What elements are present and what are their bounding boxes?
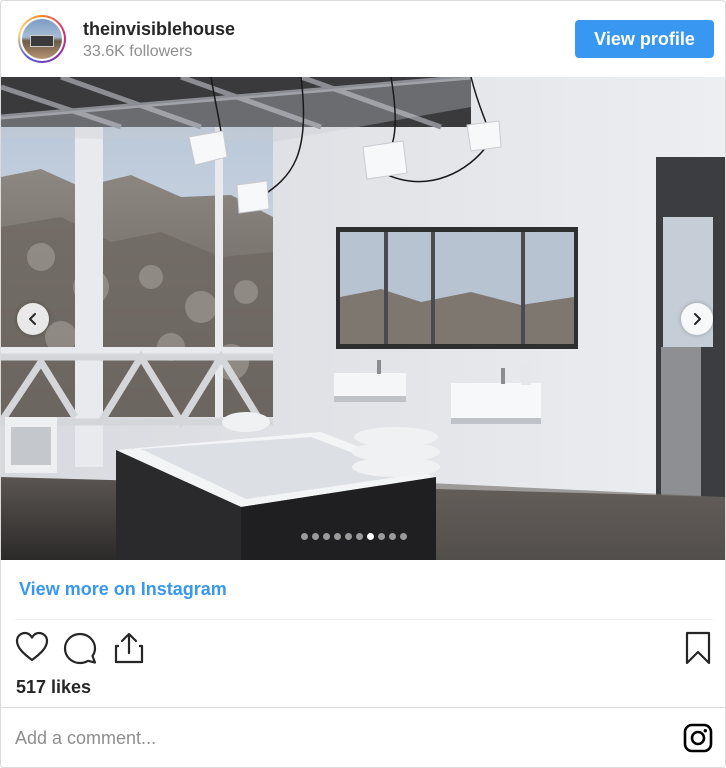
carousel-dot [378, 533, 385, 540]
comment-input[interactable] [15, 724, 655, 752]
follower-count: 33.6K followers [83, 43, 193, 60]
post-header: theinvisiblehouse 33.6K followers View p… [1, 1, 725, 77]
carousel-dot [312, 533, 319, 540]
divider [15, 619, 713, 620]
instagram-icon[interactable] [683, 723, 713, 753]
carousel-dot [301, 533, 308, 540]
like-count[interactable]: 517 likes [16, 677, 91, 698]
share-icon[interactable] [112, 631, 146, 665]
view-profile-button[interactable]: View profile [575, 20, 714, 58]
carousel-dot [334, 533, 341, 540]
carousel-indicator [301, 533, 407, 541]
carousel-dot [400, 533, 407, 540]
post-photo[interactable] [1, 77, 725, 560]
comment-bar [1, 707, 725, 767]
carousel-dot [356, 533, 363, 540]
bookmark-icon[interactable] [683, 631, 713, 665]
avatar[interactable] [18, 15, 66, 63]
avatar-image [22, 19, 62, 59]
chevron-left-icon [29, 313, 36, 325]
chevron-right-icon [694, 313, 701, 325]
carousel-dot [389, 533, 396, 540]
heart-icon[interactable] [15, 631, 49, 663]
previous-slide-button[interactable] [17, 303, 49, 335]
action-bar [1, 627, 725, 671]
bathroom-photo [1, 77, 725, 560]
next-slide-button[interactable] [681, 303, 713, 335]
instagram-embed-card: theinvisiblehouse 33.6K followers View p… [0, 0, 726, 768]
carousel-dot [323, 533, 330, 540]
comment-icon[interactable] [62, 631, 98, 665]
username[interactable]: theinvisiblehouse [83, 19, 235, 40]
carousel-dot [367, 533, 374, 540]
view-more-on-instagram-link[interactable]: View more on Instagram [19, 579, 227, 600]
carousel-dot [345, 533, 352, 540]
